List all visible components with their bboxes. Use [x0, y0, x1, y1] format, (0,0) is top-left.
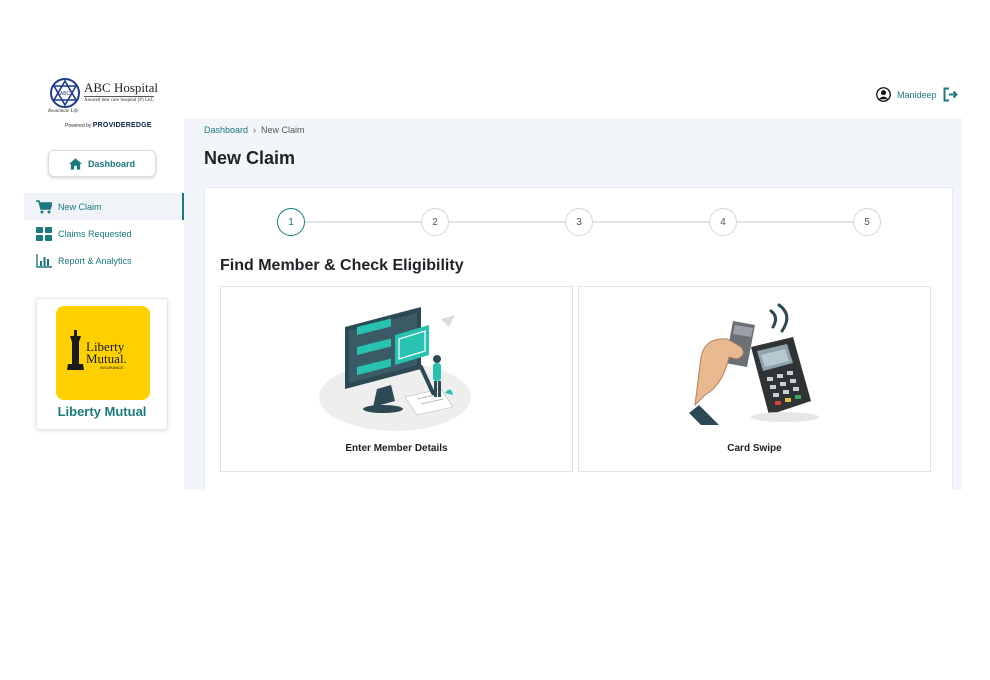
hospital-emblem-icon: ABC	[50, 78, 80, 108]
hospital-motto: Reanimate Life	[48, 109, 79, 114]
powered-by-label: Powered by	[65, 123, 92, 129]
insurer-name: Liberty Mutual	[57, 404, 147, 419]
liberty-mutual-logo: Liberty Mutual. INSURANCE	[56, 306, 150, 400]
dashboard-button[interactable]: Dashboard	[48, 150, 156, 177]
insurer-card[interactable]: Liberty Mutual. INSURANCE Liberty Mutual	[36, 298, 168, 430]
sidebar-nav: New Claim Claims Requested Report & Anal…	[24, 193, 184, 274]
sidebar-item-report-analytics[interactable]: Report & Analytics	[24, 247, 184, 274]
step-connector	[305, 221, 421, 223]
logout-icon[interactable]	[943, 87, 958, 102]
powered-by-brand: PROVIDEREDGE	[92, 122, 152, 129]
step-2[interactable]: 2	[421, 208, 449, 236]
powered-by: Powered by PROVIDEREDGE	[65, 122, 152, 129]
option-label: Enter Member Details	[345, 443, 448, 454]
svg-text:Mutual.: Mutual.	[86, 351, 127, 366]
step-1[interactable]: 1	[277, 208, 305, 236]
svg-text:ABC: ABC	[60, 91, 71, 97]
breadcrumb: Dashboard › New Claim	[204, 125, 305, 135]
hospital-tagline: Assured best care hospital (P) Ltd.,	[84, 96, 155, 103]
user-menu[interactable]: Manideep	[876, 87, 958, 102]
main-content: Dashboard › New Claim New Claim 1 2 3 4 …	[184, 118, 962, 490]
breadcrumb-current: New Claim	[261, 125, 305, 135]
grid-icon	[36, 226, 52, 241]
option-label: Card Swipe	[727, 443, 782, 454]
hospital-name: ABC Hospital	[84, 80, 159, 95]
bar-chart-icon	[36, 253, 52, 268]
svg-text:INSURANCE: INSURANCE	[100, 365, 124, 370]
sidebar-item-new-claim[interactable]: New Claim	[24, 193, 184, 220]
sidebar-item-label: Claims Requested	[58, 228, 132, 239]
breadcrumb-separator: ›	[253, 125, 257, 135]
claim-panel: 1 2 3 4 5 Find Member & Check Eligibilit…	[204, 187, 953, 490]
sidebar-item-claims-requested[interactable]: Claims Requested	[24, 220, 184, 247]
step-5[interactable]: 5	[853, 208, 881, 236]
home-icon	[68, 157, 82, 170]
dashboard-button-label: Dashboard	[87, 158, 135, 169]
sidebar-item-label: New Claim	[58, 201, 102, 212]
sidebar-item-label: Report & Analytics	[58, 255, 132, 266]
card-swipe-card[interactable]: Card Swipe	[578, 286, 931, 472]
page-title: New Claim	[204, 148, 296, 168]
step-4[interactable]: 4	[709, 208, 737, 236]
step-connector	[593, 221, 709, 223]
step-connector	[449, 221, 565, 223]
breadcrumb-dashboard-link[interactable]: Dashboard	[204, 125, 248, 135]
step-connector	[737, 221, 853, 223]
claim-stepper: 1 2 3 4 5	[277, 208, 881, 236]
enter-member-details-card[interactable]: Enter Member Details	[220, 286, 573, 472]
cart-icon	[36, 199, 52, 214]
section-title: Find Member & Check Eligibility	[220, 257, 464, 274]
member-details-illustration	[318, 307, 471, 431]
user-name: Manideep	[897, 89, 937, 100]
card-swipe-illustration	[688, 303, 819, 425]
step-3[interactable]: 3	[565, 208, 593, 236]
user-icon	[876, 87, 891, 102]
